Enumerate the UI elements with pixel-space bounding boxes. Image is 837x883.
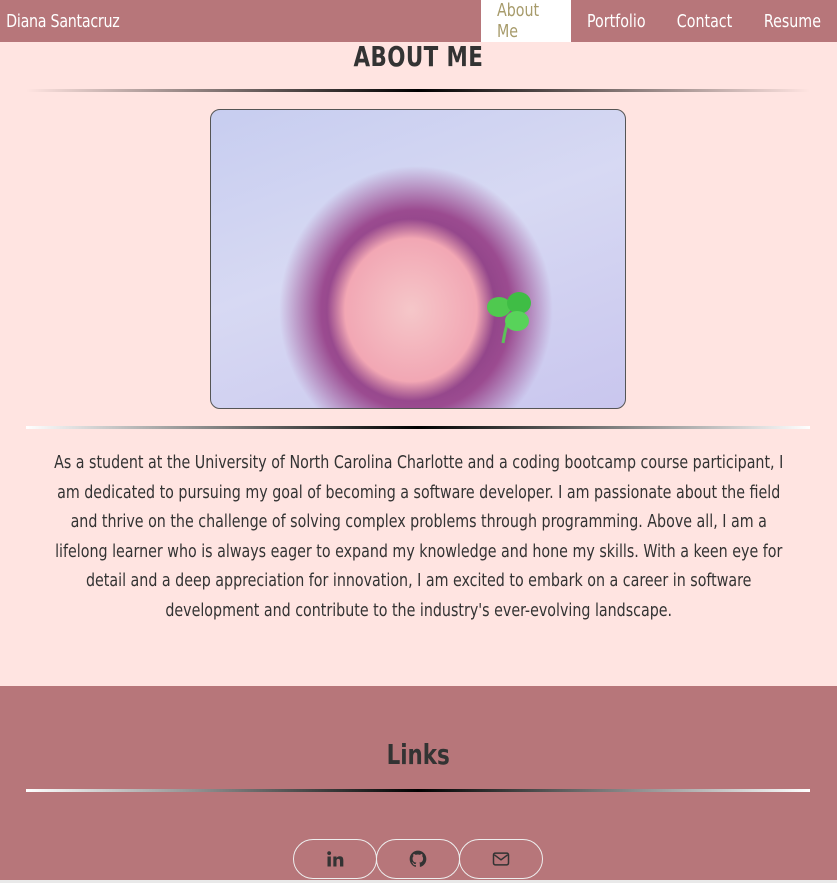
nav-link-label: Contact bbox=[676, 10, 733, 32]
about-title: ABOUT ME bbox=[0, 40, 837, 73]
envelope-icon bbox=[492, 852, 510, 866]
nav-link-about-me[interactable]: About Me bbox=[480, 0, 571, 42]
profile-photo bbox=[210, 109, 626, 409]
clover-icon bbox=[487, 292, 531, 344]
about-paragraph-text: As a student at the University of North … bbox=[53, 452, 784, 621]
github-button[interactable] bbox=[376, 839, 460, 879]
nav-link-label: About Me bbox=[496, 0, 539, 42]
navbar: Diana Santacruz About Me Portfolio Conta… bbox=[0, 0, 837, 42]
links-title: Links bbox=[0, 738, 837, 771]
linkedin-icon bbox=[327, 851, 344, 867]
nav-link-resume[interactable]: Resume bbox=[748, 0, 837, 42]
links-title-text: Links bbox=[386, 738, 451, 771]
github-icon bbox=[409, 850, 427, 867]
about-paragraph: As a student at the University of North … bbox=[40, 448, 797, 625]
divider-bottom bbox=[26, 426, 810, 429]
about-title-text: ABOUT ME bbox=[353, 40, 484, 73]
brand-name[interactable]: Diana Santacruz bbox=[0, 11, 120, 32]
social-links bbox=[293, 839, 543, 879]
linkedin-button[interactable] bbox=[293, 839, 377, 879]
divider-footer bbox=[26, 789, 810, 792]
nav-link-label: Portfolio bbox=[586, 10, 646, 32]
nav-links: About Me Portfolio Contact Resume bbox=[480, 0, 837, 42]
footer: Links bbox=[0, 686, 837, 883]
email-button[interactable] bbox=[459, 839, 543, 879]
nav-link-portfolio[interactable]: Portfolio bbox=[571, 0, 662, 42]
divider-top bbox=[26, 89, 810, 92]
nav-link-label: Resume bbox=[764, 10, 822, 32]
nav-link-contact[interactable]: Contact bbox=[661, 0, 748, 42]
